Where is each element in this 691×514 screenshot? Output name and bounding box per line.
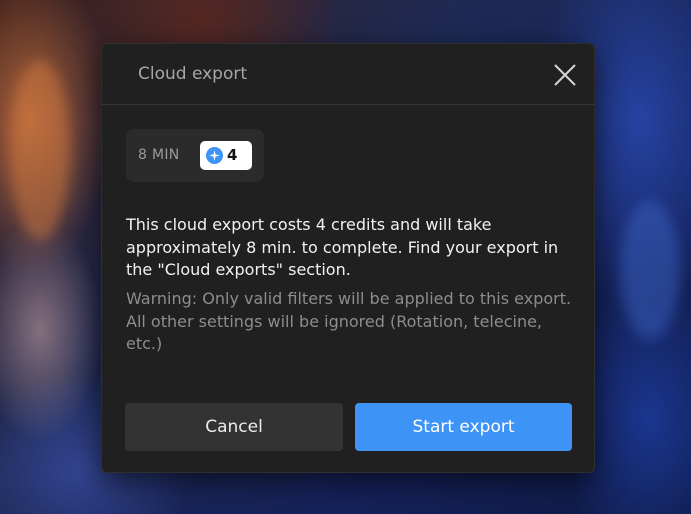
dialog-title: Cloud export xyxy=(138,64,248,84)
background-streak xyxy=(10,60,70,240)
background-streak xyxy=(620,200,680,340)
dialog-header: Cloud export xyxy=(102,44,594,105)
cancel-button[interactable]: Cancel xyxy=(125,403,343,451)
export-estimate-badge: 8 MIN 4 xyxy=(126,129,264,182)
export-description: This cloud export costs 4 credits and wi… xyxy=(126,215,559,279)
credit-cost-pill: 4 xyxy=(200,141,252,170)
estimated-time: 8 MIN xyxy=(138,147,180,163)
close-icon xyxy=(554,64,576,86)
start-export-button[interactable]: Start export xyxy=(355,403,572,451)
cloud-export-dialog: Cloud export 8 MIN 4 This cloud export c… xyxy=(101,43,595,473)
credit-count: 4 xyxy=(227,146,238,164)
export-warning: Warning: Only valid filters will be appl… xyxy=(126,289,572,353)
close-button[interactable] xyxy=(552,62,578,88)
credit-icon xyxy=(206,147,223,164)
